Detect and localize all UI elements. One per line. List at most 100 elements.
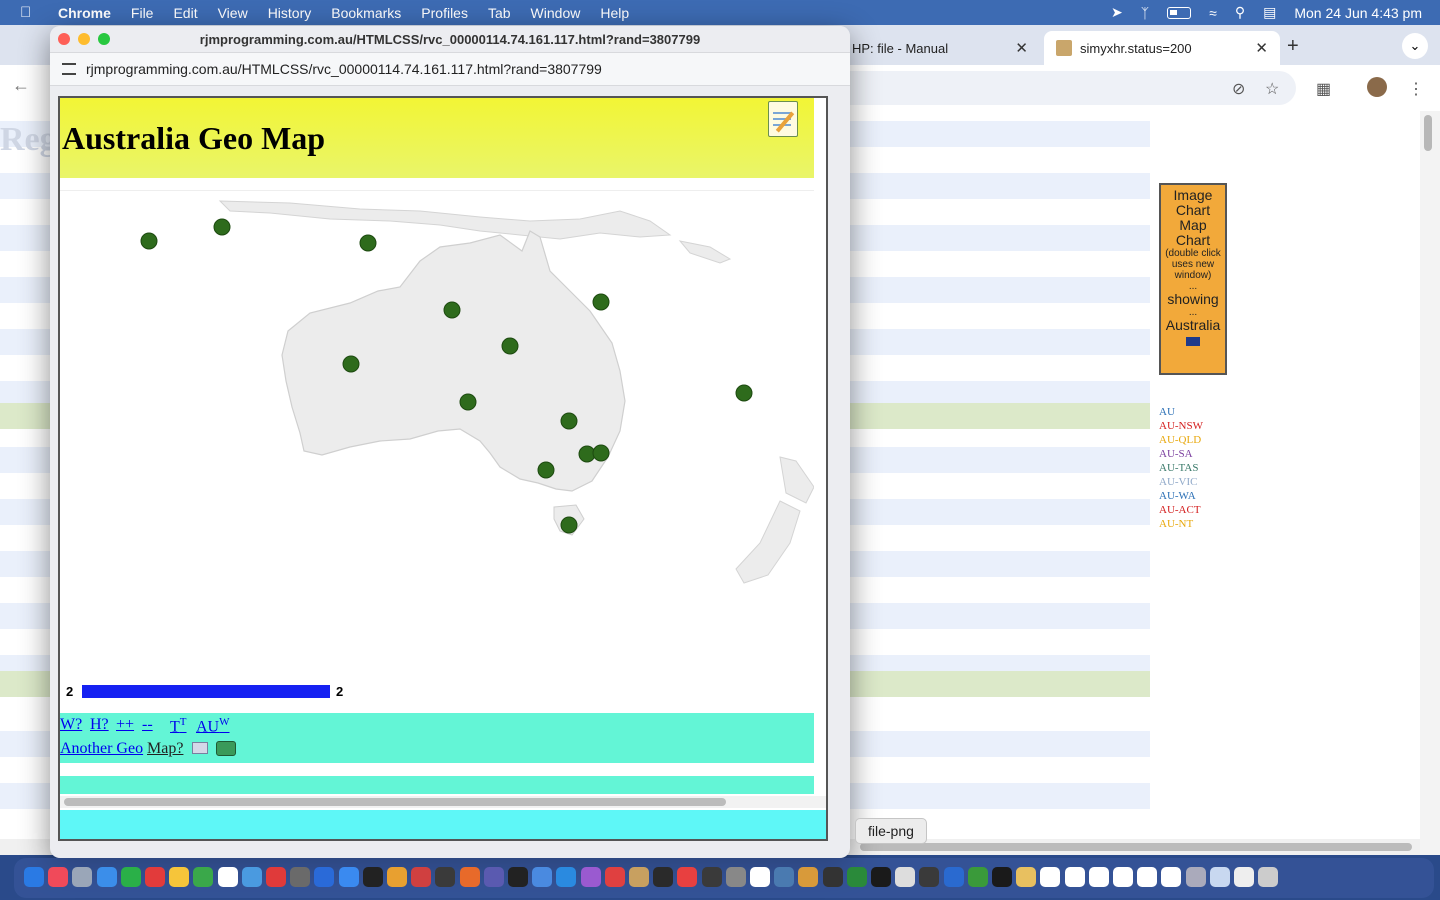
omnibox[interactable] (840, 71, 1296, 105)
dock-app-icon[interactable] (1088, 867, 1109, 887)
dock-app-icon[interactable] (580, 867, 601, 887)
scrollbar-thumb[interactable] (1424, 115, 1432, 151)
dock-app-icon[interactable] (895, 867, 916, 887)
dock-app-icon[interactable] (556, 867, 577, 887)
another-geo-link[interactable]: Another Geo (60, 740, 143, 758)
dock-app-icon[interactable] (1113, 867, 1133, 887)
popup-address-bar[interactable]: rjmprogramming.com.au/HTMLCSS/rvc_000001… (50, 52, 850, 86)
site-info-icon[interactable] (62, 63, 76, 75)
map-marker[interactable] (592, 444, 610, 462)
australia-geo-map[interactable] (60, 190, 814, 710)
tab-hp-file-manual[interactable]: HP: file - Manual ✕ (840, 31, 1040, 65)
bus-icon[interactable] (216, 741, 236, 756)
dock-app-icon[interactable] (411, 867, 432, 887)
dock-app-icon[interactable] (798, 867, 819, 887)
dock-app-icon[interactable] (919, 867, 940, 887)
menu-history[interactable]: History (268, 5, 312, 21)
dock-app-icon[interactable] (822, 867, 843, 887)
scrollbar-thumb[interactable] (64, 798, 726, 806)
popup-title-bar[interactable]: rjmprogramming.com.au/HTMLCSS/rvc_000001… (50, 26, 850, 52)
minimize-window-button[interactable] (78, 33, 90, 45)
dock-app-icon[interactable] (677, 867, 698, 887)
notepad-edit-icon[interactable] (768, 101, 798, 137)
dock-app-icon[interactable] (193, 867, 214, 887)
extensions-icon[interactable]: ▦ (1316, 79, 1331, 99)
map-marker[interactable] (560, 516, 578, 534)
zoom-out-link[interactable]: -- (142, 716, 153, 734)
region-code-au-nsw[interactable]: AU-NSW (1159, 419, 1203, 433)
tt-link[interactable]: TT (170, 716, 187, 736)
map-marker[interactable] (140, 232, 158, 250)
map-marker[interactable] (443, 301, 461, 319)
popup-url-text[interactable]: rjmprogramming.com.au/HTMLCSS/rvc_000001… (86, 61, 602, 77)
menu-file[interactable]: File (131, 5, 154, 21)
map-marker[interactable] (537, 461, 555, 479)
scrollbar-thumb[interactable] (860, 843, 1412, 851)
dock-app-icon[interactable] (943, 867, 964, 887)
dock-app-icon[interactable] (1258, 867, 1279, 887)
map-marker[interactable] (735, 384, 753, 402)
menu-help[interactable]: Help (600, 5, 629, 21)
zoom-in-link[interactable]: ++ (116, 716, 134, 734)
dock-app-icon[interactable] (750, 867, 770, 887)
eye-slash-icon[interactable]: ⊘ (1232, 79, 1245, 99)
map-marker[interactable] (213, 218, 231, 236)
dock-app-icon[interactable] (629, 867, 649, 887)
map-marker[interactable] (359, 234, 377, 252)
region-code-au-tas[interactable]: AU-TAS (1159, 461, 1203, 475)
dock-app-icon[interactable] (217, 867, 238, 887)
dock-app-icon[interactable] (992, 867, 1012, 887)
map-canvas[interactable] (60, 191, 814, 681)
region-code-au-act[interactable]: AU-ACT (1159, 503, 1203, 517)
close-icon[interactable]: ✕ (1255, 39, 1268, 57)
region-code-au-vic[interactable]: AU-VIC (1159, 475, 1203, 489)
dock-app-icon[interactable] (145, 867, 165, 887)
map-marker[interactable] (592, 293, 610, 311)
dock-app-icon[interactable] (701, 867, 722, 887)
dock-app-icon[interactable] (459, 867, 480, 887)
dock-app-icon[interactable] (169, 867, 190, 887)
menubar-clock[interactable]: Mon 24 Jun 4:43 pm (1294, 5, 1422, 21)
tab-simyxhr-status[interactable]: simyxhr.status=200 ✕ (1044, 31, 1280, 65)
dock-app-icon[interactable] (967, 867, 988, 887)
dock-app-icon[interactable] (96, 867, 117, 887)
map-marker[interactable] (342, 355, 360, 373)
region-code-au[interactable]: AU (1159, 405, 1203, 419)
region-code-au-sa[interactable]: AU-SA (1159, 447, 1203, 461)
close-icon[interactable]: ✕ (1015, 39, 1028, 57)
dock-app-icon[interactable] (290, 867, 311, 887)
vertical-scrollbar[interactable] (1420, 111, 1440, 855)
location-icon[interactable]: ➤ (1111, 4, 1123, 21)
dock-app-icon[interactable] (1016, 867, 1037, 887)
bluetooth-icon[interactable]: ᛉ (1141, 5, 1149, 21)
dock-app-icon[interactable] (241, 867, 262, 887)
region-code-au-qld[interactable]: AU-QLD (1159, 433, 1203, 447)
kebab-menu-icon[interactable]: ⋮ (1408, 79, 1424, 99)
dock-app-icon[interactable] (483, 867, 504, 887)
width-link[interactable]: W? (60, 716, 82, 734)
spotlight-search-icon[interactable]: ⚲ (1235, 4, 1245, 21)
dock-app-icon[interactable] (24, 867, 44, 887)
menu-bookmarks[interactable]: Bookmarks (331, 5, 401, 21)
map-link[interactable]: Map? (147, 740, 183, 758)
dock-app-icon[interactable] (532, 867, 553, 887)
dock-app-icon[interactable] (338, 867, 359, 887)
chevron-down-icon[interactable]: ⌄ (1402, 33, 1428, 59)
dock-app-icon[interactable] (725, 867, 746, 887)
menu-window[interactable]: Window (531, 5, 581, 21)
dock-app-icon[interactable] (1161, 867, 1182, 887)
map-marker[interactable] (459, 393, 477, 411)
map-marker[interactable] (560, 412, 578, 430)
close-window-button[interactable] (58, 33, 70, 45)
new-tab-plus-icon[interactable]: + (1287, 35, 1299, 58)
dock-app-icon[interactable] (774, 867, 795, 887)
star-icon[interactable]: ☆ (1265, 79, 1279, 99)
menu-edit[interactable]: Edit (173, 5, 197, 21)
dock-app-icon[interactable] (1234, 867, 1254, 887)
height-link[interactable]: H? (90, 716, 109, 734)
auw-link[interactable]: AUW (196, 716, 230, 736)
dock-app-icon[interactable] (48, 867, 69, 887)
dock-app-icon[interactable] (72, 867, 93, 887)
dock-app-icon[interactable] (1209, 867, 1230, 887)
dock-app-icon[interactable] (435, 867, 456, 887)
